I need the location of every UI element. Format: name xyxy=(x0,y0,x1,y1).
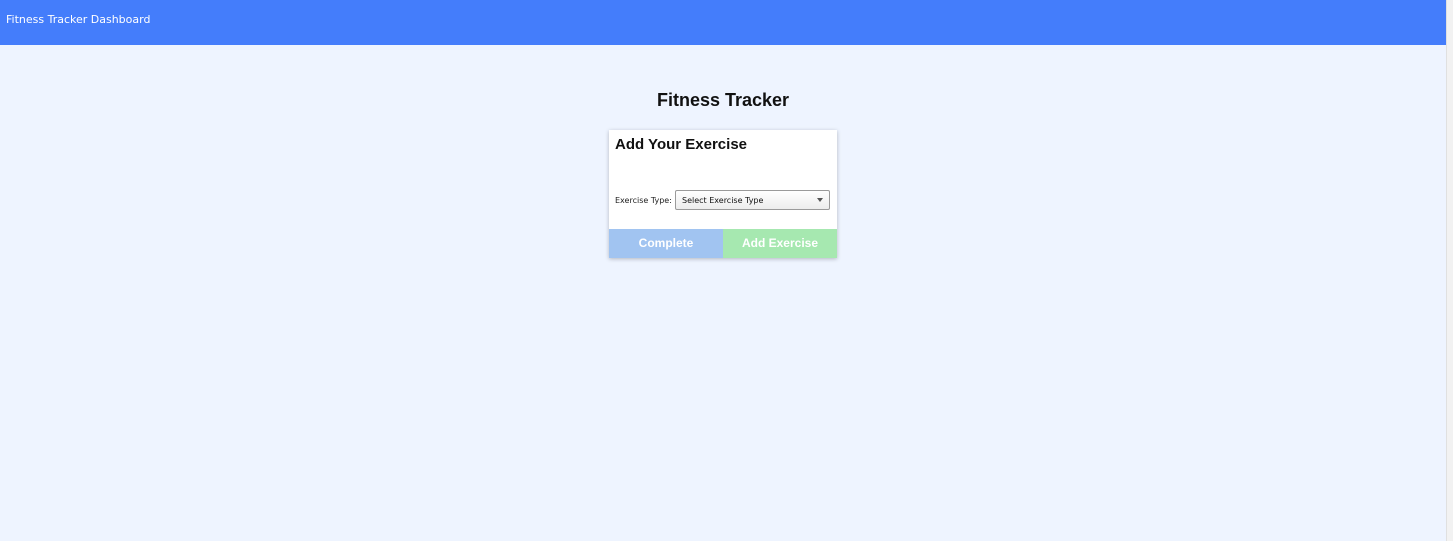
exercise-type-selected-value: Select Exercise Type xyxy=(682,196,764,205)
complete-button[interactable]: Complete xyxy=(609,229,723,258)
page-title: Fitness Tracker xyxy=(656,90,790,110)
dashboard-title: Fitness Tracker Dashboard xyxy=(6,13,151,26)
caret-down-icon xyxy=(817,198,823,202)
exercise-type-label: Exercise Type: xyxy=(615,196,672,205)
vertical-scrollbar[interactable] xyxy=(1446,0,1453,541)
card-heading: Add Your Exercise xyxy=(615,136,747,153)
add-exercise-card: Add Your Exercise Exercise Type: Select … xyxy=(609,130,837,258)
top-navigation-bar: Fitness Tracker Dashboard xyxy=(0,0,1446,45)
exercise-type-select[interactable]: Select Exercise Type xyxy=(675,190,830,210)
add-exercise-button[interactable]: Add Exercise xyxy=(723,229,837,258)
card-button-row: Complete Add Exercise xyxy=(609,229,837,258)
